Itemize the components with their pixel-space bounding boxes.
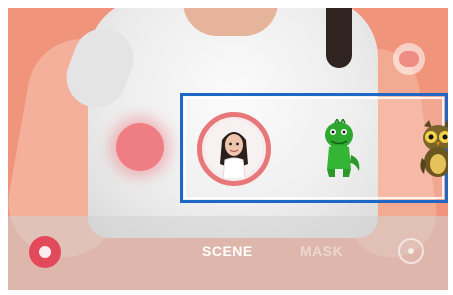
emoji-item-owl[interactable] [401,112,448,186]
mode-tab-mask[interactable]: MASK [300,243,343,259]
owl-emoji-icon [420,120,448,177]
camera-mode-bar: SCENE MASK [8,216,448,290]
green-dinosaur-emoji-icon [325,119,360,177]
effect-bubble[interactable] [116,123,164,171]
emoji-selector-strip [180,93,448,203]
settings-icon [408,248,414,254]
emoji-effects-button[interactable] [29,236,61,268]
my-emoji-avatar-icon [205,120,263,178]
emoji-camera-switch-button[interactable] [393,43,425,75]
mode-tab-scene[interactable]: SCENE [202,243,253,259]
emoji-face-icon [399,51,419,67]
emoji-item-my-emoji[interactable] [197,112,271,186]
settings-button[interactable] [398,238,424,264]
camera-scene-hair [326,8,352,68]
effects-icon [39,246,51,258]
emoji-item-dinosaur[interactable] [303,112,377,186]
ar-emoji-camera-screen: SCENE MASK [8,8,448,290]
